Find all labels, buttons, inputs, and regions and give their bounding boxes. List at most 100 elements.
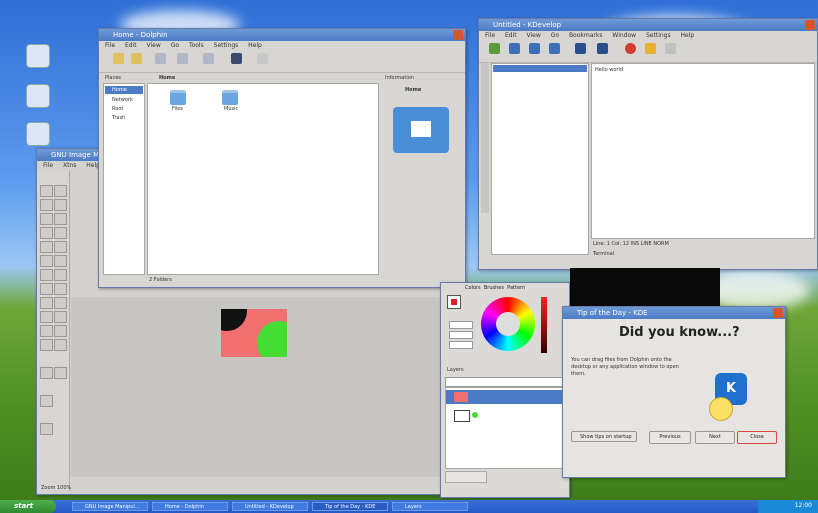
folder-item-label[interactable]: Music — [224, 106, 238, 112]
task-item[interactable]: GNU Image Manipul... — [72, 502, 148, 511]
tool-ink[interactable] — [54, 311, 67, 323]
menu-item-settings[interactable]: Settings — [214, 42, 239, 49]
tool-blur[interactable] — [40, 367, 53, 379]
tab-brushes[interactable]: Brushes — [484, 285, 504, 291]
tool-move[interactable] — [40, 255, 53, 267]
menu-item-xtns[interactable]: Xtns — [63, 162, 76, 169]
desktop-icon-network[interactable] — [26, 84, 50, 108]
place-home[interactable]: Home — [112, 87, 127, 93]
folder-item-label[interactable]: Files — [172, 106, 183, 112]
close-icon[interactable] — [805, 20, 815, 30]
forward-icon[interactable] — [131, 53, 142, 64]
view-icons-icon[interactable] — [155, 53, 166, 64]
split-icon[interactable] — [257, 53, 268, 64]
image-canvas[interactable] — [221, 309, 287, 357]
color-field[interactable] — [449, 331, 473, 339]
desktop-icon-computer[interactable] — [26, 44, 50, 68]
back-icon[interactable] — [113, 53, 124, 64]
project-tree[interactable] — [491, 63, 589, 255]
tool-crop[interactable] — [40, 213, 53, 225]
menu-item-file[interactable]: File — [485, 32, 495, 39]
task-item[interactable]: Untitled - KDevelop — [232, 502, 308, 511]
tool-blend[interactable] — [40, 283, 53, 295]
menu-item-help[interactable]: Help — [248, 42, 262, 49]
next-button[interactable]: Next — [695, 431, 735, 444]
tool-rect-select[interactable] — [40, 185, 53, 197]
build-icon[interactable] — [645, 43, 656, 54]
close-button[interactable]: Close — [737, 431, 777, 444]
menu-item-bookmarks[interactable]: Bookmarks — [569, 32, 603, 39]
previous-button[interactable]: Previous — [649, 431, 691, 444]
menu-item-window[interactable]: Window — [612, 32, 636, 39]
layer-buttons[interactable] — [445, 471, 487, 483]
terminal-panel[interactable] — [570, 268, 720, 308]
breadcrumb[interactable]: Home — [159, 75, 175, 81]
tip-dialog-title-bar[interactable]: Tip of the Day - KDE — [563, 307, 785, 319]
color-field[interactable] — [449, 341, 473, 349]
value-slider[interactable] — [541, 297, 547, 353]
tool-wand[interactable] — [54, 199, 67, 211]
tool-measure[interactable] — [54, 241, 67, 253]
menu-item-edit[interactable]: Edit — [505, 32, 517, 39]
file-manager-window[interactable]: Home - Dolphin File Edit View Go Tools S… — [98, 28, 466, 288]
menu-item-view[interactable]: View — [147, 42, 161, 49]
tool-path[interactable] — [40, 227, 53, 239]
show-tips-checkbox[interactable]: Show tips on startup — [571, 431, 637, 442]
tab-pattern[interactable]: Pattern — [507, 285, 525, 291]
tool-ellipse-select[interactable] — [54, 185, 67, 197]
menu-item-tools[interactable]: Tools — [189, 42, 204, 49]
layer-mode-select[interactable] — [445, 377, 567, 387]
menu-item-file[interactable]: File — [105, 42, 115, 49]
layer-row-selected[interactable] — [446, 390, 564, 404]
tool-clone[interactable] — [40, 325, 53, 337]
tool-bucket[interactable] — [54, 269, 67, 281]
tool-heal[interactable] — [54, 325, 67, 337]
color-field[interactable] — [449, 321, 473, 329]
editor-title-bar[interactable]: Untitled - KDevelop — [479, 19, 817, 31]
editor-window[interactable]: Untitled - KDevelop File Edit View Go Bo… — [478, 18, 818, 270]
tool-text[interactable] — [40, 269, 53, 281]
layers-list[interactable] — [445, 387, 565, 469]
menu-item-file[interactable]: File — [43, 162, 53, 169]
close-icon[interactable] — [453, 30, 463, 40]
tool-options[interactable] — [40, 423, 53, 435]
tool-sharpen[interactable] — [54, 367, 67, 379]
task-item-active[interactable]: Tip of the Day - KDE — [312, 502, 388, 511]
forward-icon[interactable] — [549, 43, 560, 54]
save-all-icon[interactable] — [597, 43, 608, 54]
tool-transform[interactable] — [54, 213, 67, 225]
stop-icon[interactable] — [625, 43, 636, 54]
terminal-tab[interactable]: Terminal — [593, 251, 614, 257]
view-columns-icon[interactable] — [203, 53, 214, 64]
menu-item-help[interactable]: Help — [681, 32, 695, 39]
start-button[interactable]: start — [0, 500, 56, 513]
task-item[interactable]: Layers — [392, 502, 468, 511]
file-manager-title-bar[interactable]: Home - Dolphin — [99, 29, 465, 41]
file-view[interactable]: Files Music — [147, 83, 379, 275]
view-details-icon[interactable] — [177, 53, 188, 64]
color-wheel[interactable] — [481, 297, 535, 351]
tool-smudge[interactable] — [40, 339, 53, 351]
tool-fg-bg-colors[interactable] — [40, 395, 53, 407]
tool-eraser[interactable] — [54, 297, 67, 309]
tool-zoom[interactable] — [40, 241, 53, 253]
desktop-icon-documents[interactable] — [26, 122, 50, 146]
menu-item-edit[interactable]: Edit — [125, 42, 137, 49]
new-icon[interactable] — [489, 43, 500, 54]
close-icon[interactable] — [773, 308, 783, 318]
tool-airbrush[interactable] — [40, 311, 53, 323]
task-item[interactable]: Home - Dolphin — [152, 502, 228, 511]
layer-row[interactable] — [446, 408, 564, 422]
menu-item-go[interactable]: Go — [171, 42, 179, 49]
tool-lasso[interactable] — [40, 199, 53, 211]
place-network[interactable]: Network — [112, 97, 133, 103]
preview-icon[interactable] — [231, 53, 242, 64]
editor-area[interactable]: Hello world — [591, 63, 815, 239]
menu-item-settings[interactable]: Settings — [646, 32, 671, 39]
place-trash[interactable]: Trash — [112, 115, 125, 121]
place-root[interactable]: Root — [112, 106, 123, 112]
menu-item-go[interactable]: Go — [551, 32, 559, 39]
tool-pencil[interactable] — [54, 283, 67, 295]
tool-picker[interactable] — [54, 227, 67, 239]
menu-item-view[interactable]: View — [527, 32, 541, 39]
